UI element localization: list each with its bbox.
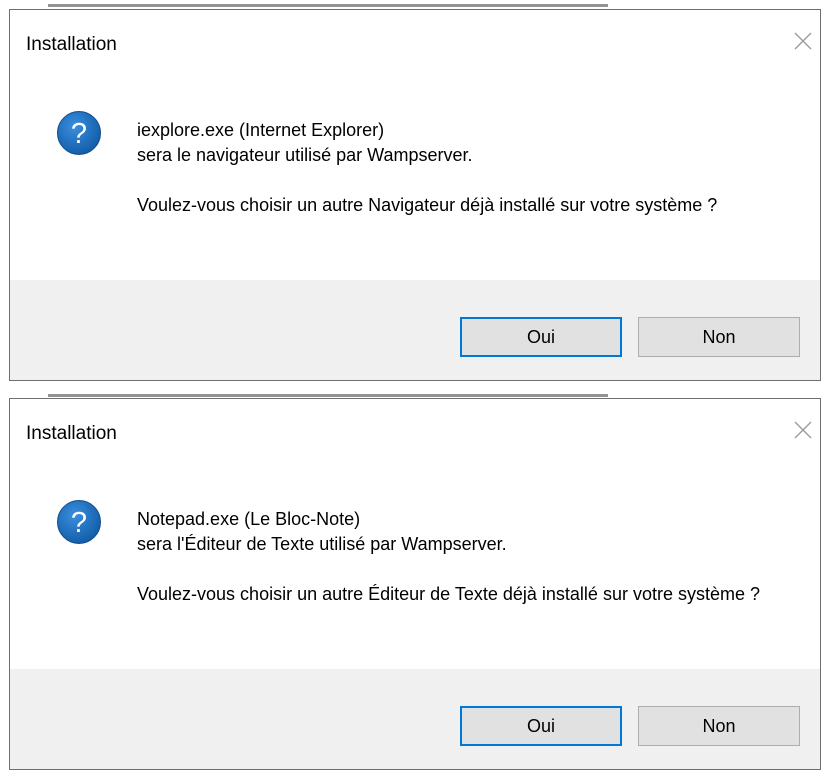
question-icon: ? [56, 110, 102, 156]
dialog-footer: Oui Non [10, 669, 820, 769]
message-line: sera le navigateur utilisé par Wampserve… [137, 145, 473, 165]
question-icon: ? [56, 499, 102, 545]
dialog-footer: Oui Non [10, 280, 820, 380]
yes-button[interactable]: Oui [460, 317, 622, 357]
dialog-message: Notepad.exe (Le Bloc-Note) sera l'Éditeu… [137, 507, 787, 607]
dialog-content: ? Notepad.exe (Le Bloc-Note) sera l'Édit… [10, 469, 820, 671]
title-bar: Installation [10, 10, 820, 80]
background-window-edge [48, 394, 608, 397]
editor-choice-dialog: Installation ? Notepad.exe (Le Bloc-Note… [9, 398, 821, 770]
message-line: iexplore.exe (Internet Explorer) [137, 120, 385, 140]
message-line: sera l'Éditeur de Texte utilisé par Wamp… [137, 534, 507, 554]
dialog-title: Installation [26, 34, 117, 55]
title-bar: Installation [10, 399, 820, 469]
dialog-title: Installation [26, 423, 117, 444]
svg-text:?: ? [71, 507, 87, 539]
no-button[interactable]: Non [638, 706, 800, 746]
background-window-edge [48, 4, 608, 7]
message-line: Notepad.exe (Le Bloc-Note) [137, 509, 361, 529]
close-icon [794, 32, 812, 50]
message-question: Voulez-vous choisir un autre Éditeur de … [137, 584, 760, 604]
close-button[interactable] [788, 415, 818, 445]
message-question: Voulez-vous choisir un autre Navigateur … [137, 195, 718, 215]
browser-choice-dialog: Installation ? iexplore.exe (Internet Ex… [9, 9, 821, 381]
close-button[interactable] [788, 26, 818, 56]
yes-button[interactable]: Oui [460, 706, 622, 746]
close-icon [794, 421, 812, 439]
dialog-message: iexplore.exe (Internet Explorer) sera le… [137, 118, 787, 218]
dialog-content: ? iexplore.exe (Internet Explorer) sera … [10, 80, 820, 282]
no-button[interactable]: Non [638, 317, 800, 357]
svg-text:?: ? [71, 118, 87, 150]
